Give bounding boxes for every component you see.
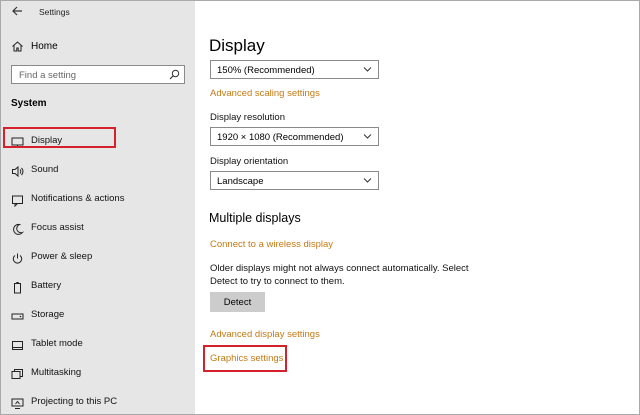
notification-icon	[12, 195, 23, 207]
sidebar-item-home[interactable]: Home	[1, 37, 195, 57]
search-input[interactable]: Find a setting	[11, 65, 185, 84]
sidebar-item-notifications[interactable]: Notifications & actions	[1, 186, 195, 215]
power-icon	[12, 253, 23, 264]
projecting-icon	[11, 398, 24, 409]
sidebar-item-label: Tablet mode	[31, 338, 83, 349]
advanced-display-link[interactable]: Advanced display settings	[210, 329, 320, 340]
title-bar: Settings	[1, 1, 195, 23]
wireless-display-link[interactable]: Connect to a wireless display	[210, 239, 333, 250]
home-icon	[12, 41, 23, 52]
storage-icon	[11, 313, 24, 320]
sidebar-item-label: Power & sleep	[31, 251, 93, 262]
sidebar-nav: Display Sound Notifications & actions Fo…	[1, 128, 195, 414]
section-heading-system: System	[11, 98, 47, 109]
older-displays-text: Older displays might not always connect …	[210, 263, 469, 287]
resolution-value: 1920 × 1080 (Recommended)	[217, 132, 344, 143]
scale-value: 150% (Recommended)	[217, 65, 315, 76]
chevron-down-icon	[363, 67, 372, 72]
sidebar-item-label: Storage	[31, 309, 65, 320]
sidebar-item-power-sleep[interactable]: Power & sleep	[1, 244, 195, 273]
sidebar-item-label: Notifications & actions	[31, 193, 125, 204]
search-placeholder: Find a setting	[19, 70, 77, 81]
page-title: Display	[209, 36, 265, 55]
tablet-icon	[12, 341, 23, 350]
highlight-box-display	[3, 127, 116, 148]
chevron-down-icon	[363, 178, 372, 183]
orientation-value: Landscape	[217, 176, 264, 187]
orientation-dropdown[interactable]: Landscape	[210, 171, 379, 190]
sidebar-item-label: Sound	[31, 164, 59, 175]
resolution-dropdown[interactable]: 1920 × 1080 (Recommended)	[210, 127, 379, 146]
scale-dropdown[interactable]: 150% (Recommended)	[210, 60, 379, 79]
sidebar-item-tablet-mode[interactable]: Tablet mode	[1, 331, 195, 360]
sidebar-item-storage[interactable]: Storage	[1, 302, 195, 331]
sidebar-item-label: Projecting to this PC	[31, 396, 118, 407]
moon-icon	[13, 223, 24, 235]
sidebar-item-focus-assist[interactable]: Focus assist	[1, 215, 195, 244]
sidebar-item-label: Focus assist	[31, 222, 84, 233]
sidebar-item-battery[interactable]: Battery	[1, 273, 195, 302]
multiple-displays-heading: Multiple displays	[209, 211, 301, 225]
speaker-icon	[12, 165, 24, 178]
multitasking-icon	[11, 369, 23, 379]
sidebar-item-label: Home	[31, 41, 58, 52]
battery-icon	[14, 282, 21, 294]
sidebar-item-label: Battery	[31, 280, 62, 291]
sidebar-item-projecting[interactable]: Projecting to this PC	[1, 389, 195, 414]
sidebar-item-multitasking[interactable]: Multitasking	[1, 360, 195, 389]
chevron-down-icon	[363, 134, 372, 139]
sidebar-item-label: Multitasking	[31, 367, 82, 378]
orientation-label: Display orientation	[210, 156, 289, 167]
search-icon[interactable]	[169, 69, 180, 80]
advanced-scaling-link[interactable]: Advanced scaling settings	[210, 88, 320, 99]
resolution-label: Display resolution	[210, 112, 285, 123]
sidebar-item-sound[interactable]: Sound	[1, 157, 195, 186]
sidebar: Settings Home Find a setting System Disp…	[1, 1, 195, 414]
back-arrow-icon[interactable]	[11, 5, 23, 17]
highlight-box-graphics	[203, 345, 287, 372]
detect-button[interactable]: Detect	[210, 292, 265, 312]
app-title: Settings	[39, 7, 70, 17]
